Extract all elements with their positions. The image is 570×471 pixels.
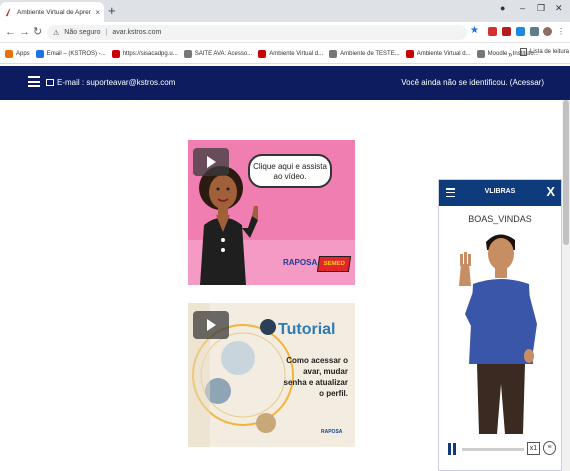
warning-icon: ⚠	[53, 29, 60, 37]
login-link[interactable]: Você ainda não se identificou. (Acessar)	[401, 78, 544, 87]
speech-bubble: Clique aqui e assista ao vídeo.	[248, 154, 332, 188]
security-label: Não seguro	[64, 29, 101, 36]
semed-badge: SEMED	[316, 256, 352, 272]
intro-video-card[interactable]: Clique aqui e assista ao vídeo. RAPOSA S…	[188, 140, 355, 285]
pause-icon[interactable]	[448, 443, 456, 455]
close-window-button[interactable]: ✕	[555, 3, 563, 14]
ava-favicon-icon	[5, 8, 11, 16]
bookmark-label: Ambiente de TESTE...	[340, 50, 400, 57]
extension-icon[interactable]	[502, 27, 511, 36]
speed-button[interactable]: x1	[527, 442, 540, 455]
maximize-button[interactable]: ❐	[537, 3, 545, 14]
support-email: E-mail : suporteavar@kstros.com	[46, 78, 175, 87]
url-separator: |	[105, 29, 108, 36]
subtitles-icon[interactable]: ≡	[543, 441, 556, 455]
raposa-logo: RAPOSA	[283, 258, 318, 267]
bookmark-item[interactable]: https://sisacadpg.u...	[111, 49, 178, 58]
minimize-button[interactable]: –	[520, 3, 525, 13]
tutorial-description: Como acessar o avar, mudar senha e atual…	[283, 356, 348, 398]
tab-close-icon[interactable]: ×	[95, 8, 100, 17]
vlibras-widget: VLIBRAS X BOAS_VINDAS x1 ≡	[438, 179, 562, 471]
reading-list-label: Lista de leitura	[530, 49, 570, 55]
page-scrollbar[interactable]	[562, 100, 570, 471]
bookmark-label: Ambiente Virtual d...	[416, 50, 471, 57]
vlibras-current-word: BOAS_VINDAS	[468, 214, 532, 224]
progress-track[interactable]	[462, 448, 524, 451]
url-field[interactable]: ⚠ Não seguro | avar.kstros.com	[47, 25, 467, 40]
bookmark-item[interactable]: Email – (KSTROS) -...	[35, 49, 106, 58]
bookmark-item[interactable]: SAITE AVA: Acesso...	[183, 49, 253, 58]
site-icon	[405, 49, 414, 58]
profile-icon[interactable]: ●	[500, 3, 505, 13]
reading-list-icon	[520, 48, 527, 56]
address-bar-row: ← → ↻ ⚠ Não seguro | avar.kstros.com	[0, 22, 570, 43]
bookmark-item[interactable]: Ambiente Virtual d...	[405, 49, 471, 58]
bookmark-item[interactable]: Ambiente de TESTE...	[329, 49, 400, 58]
menu-kebab-icon[interactable]: ⋮	[557, 27, 566, 36]
page-icon	[183, 49, 192, 58]
hamburger-menu-icon[interactable]	[28, 76, 40, 87]
bookmark-item[interactable]: Apps	[5, 49, 30, 58]
site-icon	[111, 49, 120, 58]
play-video-button[interactable]	[193, 148, 229, 176]
url-text: avar.kstros.com	[112, 29, 162, 36]
vlibras-controls: x1 ≡	[439, 436, 561, 462]
mail-icon	[35, 49, 44, 58]
bookmarks-more-button[interactable]: »	[508, 50, 512, 59]
tutorial-video-card[interactable]: Tutorial Como acessar o avar, mudar senh…	[188, 303, 355, 447]
forward-icon[interactable]: →	[19, 25, 30, 39]
scrollbar-thumb[interactable]	[563, 100, 569, 245]
browser-tab-bar: Ambiente Virtual de Aprendizag × + ● – ❐…	[0, 0, 570, 22]
bookmarks-bar: Apps Email – (KSTROS) -... https://sisac…	[0, 44, 570, 64]
email-label: E-mail : suporteavar@kstros.com	[57, 78, 176, 87]
apps-grid-icon	[5, 49, 13, 58]
tutorial-title: Tutorial	[278, 321, 336, 338]
browser-tab[interactable]: Ambiente Virtual de Aprendizag ×	[0, 2, 104, 22]
raposa-logo: RAPOSA	[321, 429, 343, 435]
reading-list-button[interactable]: Lista de leitura	[520, 48, 569, 56]
bookmark-label: SAITE AVA: Acesso...	[194, 50, 253, 57]
extension-icon[interactable]	[516, 27, 525, 36]
extension-pdf-icon[interactable]	[488, 27, 497, 36]
extensions-puzzle-icon[interactable]	[530, 27, 539, 36]
bookmark-label: Ambiente Virtual d...	[269, 50, 324, 57]
vlibras-close-button[interactable]: X	[546, 185, 555, 199]
tab-title: Ambiente Virtual de Aprendizag	[17, 8, 92, 16]
avatar[interactable]	[543, 27, 552, 36]
site-navbar: E-mail : suporteavar@kstros.com Você ain…	[0, 66, 570, 100]
bookmark-item[interactable]: Ambiente Virtual d...	[258, 49, 324, 58]
page-icon	[476, 49, 485, 58]
bookmark-label: https://sisacadpg.u...	[122, 50, 178, 57]
bookmark-star-icon[interactable]: ★	[470, 25, 479, 36]
reload-icon[interactable]: ↻	[33, 25, 42, 39]
checkbox-mail-icon	[46, 79, 54, 86]
bookmark-label: Apps	[16, 50, 30, 57]
sign-language-avatar	[459, 234, 537, 434]
site-icon	[258, 49, 267, 58]
vlibras-title: VLIBRAS	[484, 188, 516, 195]
play-video-button[interactable]	[193, 311, 229, 339]
page-icon	[329, 49, 338, 58]
back-icon[interactable]: ←	[5, 25, 16, 39]
vlibras-header: VLIBRAS X	[439, 180, 561, 206]
bookmark-label: Email – (KSTROS) -...	[46, 50, 106, 57]
new-tab-button[interactable]: +	[108, 3, 116, 19]
